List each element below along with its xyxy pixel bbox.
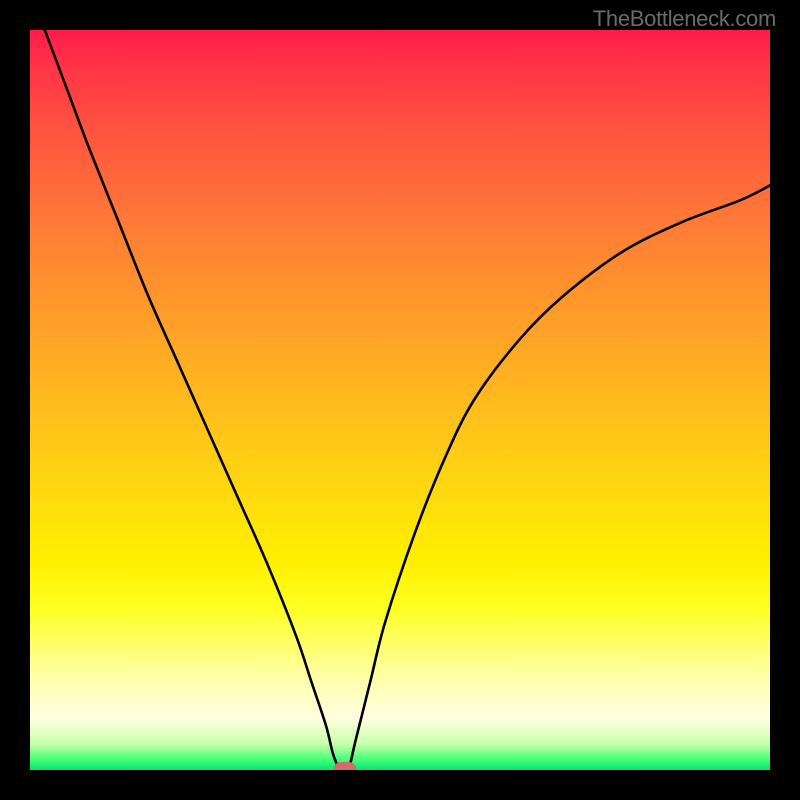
watermark-text: TheBottleneck.com <box>593 6 776 32</box>
bottleneck-curve <box>30 30 770 770</box>
chart-container: TheBottleneck.com <box>0 0 800 800</box>
plot-area <box>30 30 770 770</box>
optimum-marker <box>334 762 356 770</box>
